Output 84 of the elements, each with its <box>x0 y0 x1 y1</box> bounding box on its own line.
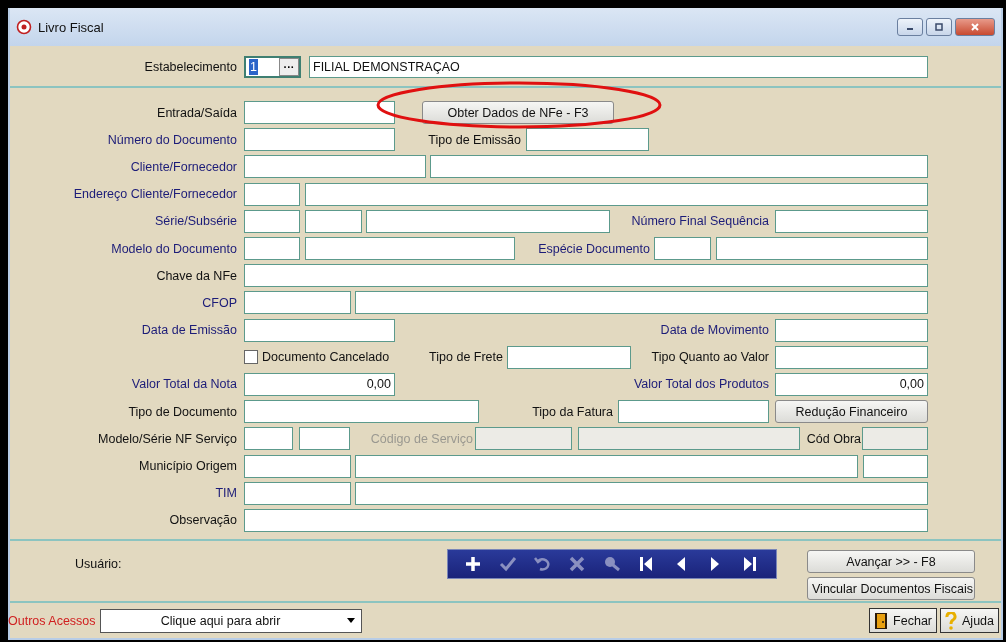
field-label: TIM <box>214 486 237 501</box>
field-label: Data de Movimento <box>660 323 769 338</box>
action-button[interactable]: Avançar >> - F8 <box>807 550 975 573</box>
field-label: Cód Obra <box>806 431 861 446</box>
input-field[interactable] <box>244 454 351 478</box>
input-field[interactable] <box>244 155 426 179</box>
input-field[interactable] <box>775 318 928 342</box>
field-label: Tipo de Frete <box>429 350 503 365</box>
input-field[interactable]: 0,00 <box>775 372 928 396</box>
input-field[interactable] <box>366 209 610 233</box>
field-label: CFOP <box>201 295 237 310</box>
field-label: Endereço Cliente/Fornecedor <box>72 187 237 202</box>
input-field[interactable] <box>244 264 928 288</box>
help-button[interactable]: Ajuda <box>940 608 999 633</box>
input-field[interactable] <box>305 237 515 261</box>
dropdown[interactable]: Clique aqui para abrir <box>99 608 362 633</box>
field-label: Entrada/Saída <box>156 105 237 120</box>
close-button[interactable] <box>955 18 995 36</box>
input-field[interactable] <box>355 291 928 315</box>
window-title: Livro Fiscal <box>38 19 104 35</box>
door-icon <box>874 611 889 630</box>
input-field[interactable] <box>244 101 395 125</box>
field-label: Espécie Documento <box>538 241 650 256</box>
close-icon <box>970 22 980 32</box>
input-field[interactable] <box>305 182 928 206</box>
caret-icon <box>346 617 355 624</box>
maximize-icon <box>934 22 944 32</box>
field-label: Valor Total dos Produtos <box>633 377 769 392</box>
input-field[interactable] <box>355 454 858 478</box>
input-field[interactable] <box>244 481 351 505</box>
field-label: Tipo de Documento <box>127 404 237 419</box>
maximize-button[interactable] <box>926 18 952 36</box>
action-button[interactable]: Redução Financeiro <box>775 400 928 424</box>
input-field[interactable] <box>526 128 649 152</box>
field-label: Número do Documento <box>106 132 237 147</box>
action-button[interactable]: Vincular Documentos Fiscais <box>807 577 975 600</box>
input-field[interactable] <box>244 209 300 233</box>
app-icon <box>16 19 32 35</box>
field-label: Cliente/Fornecedor <box>129 159 237 174</box>
checkbox[interactable] <box>244 350 258 365</box>
input-field[interactable] <box>244 291 351 315</box>
field-label: Código de Serviço <box>370 431 473 446</box>
field-label: Valor Total da Nota <box>130 377 237 392</box>
input-field[interactable] <box>244 128 395 152</box>
input-field[interactable] <box>244 318 395 342</box>
field-label: Tipo da Fatura <box>532 404 613 419</box>
field-label: Município Origem <box>138 459 237 474</box>
input-field[interactable] <box>507 345 631 369</box>
code-field[interactable]: 1 ··· <box>244 56 301 78</box>
input-field[interactable] <box>355 481 928 505</box>
input-field[interactable] <box>716 237 928 261</box>
input-field[interactable] <box>618 400 769 424</box>
action-button[interactable]: Obter Dados de NFe - F3 <box>422 101 614 125</box>
checkbox-label: Documento Cancelado <box>262 350 390 365</box>
field-label: Tipo Quanto ao Valor <box>651 350 769 365</box>
field-label: Estabelecimento <box>143 60 237 74</box>
input-field[interactable] <box>775 345 928 369</box>
input-field[interactable] <box>244 400 479 424</box>
field-label: Número Final Sequência <box>631 214 769 229</box>
browse-button[interactable]: ··· <box>279 58 299 76</box>
field-label: Chave da NFe <box>155 268 237 283</box>
minimize-button[interactable] <box>897 18 923 36</box>
input-field[interactable] <box>305 209 362 233</box>
input-field[interactable] <box>244 508 928 532</box>
input-field[interactable] <box>299 427 350 451</box>
help-icon <box>945 611 957 630</box>
input-field[interactable] <box>244 237 300 261</box>
field-label: Modelo/Série NF Serviço <box>97 431 237 446</box>
field-label: Observação <box>168 513 237 528</box>
field-label: Data de Emissão <box>140 323 237 338</box>
input-field[interactable] <box>430 155 928 179</box>
input-field[interactable] <box>775 209 928 233</box>
field-label: Série/Subsérie <box>154 214 237 229</box>
input-field[interactable] <box>244 427 293 451</box>
close-button[interactable]: Fechar <box>869 608 937 633</box>
section-label: Outros Acessos <box>8 613 96 628</box>
input-field[interactable]: 0,00 <box>244 372 395 396</box>
input-field[interactable] <box>863 454 928 478</box>
user-label: Usuário: <box>75 557 122 571</box>
input-field[interactable] <box>244 182 300 206</box>
input-field[interactable] <box>654 237 711 261</box>
field-label: Modelo do Documento <box>110 241 237 256</box>
field-label: Tipo de Emissão <box>428 132 521 147</box>
input-field[interactable]: FILIAL DEMONSTRAÇAO <box>309 56 928 78</box>
